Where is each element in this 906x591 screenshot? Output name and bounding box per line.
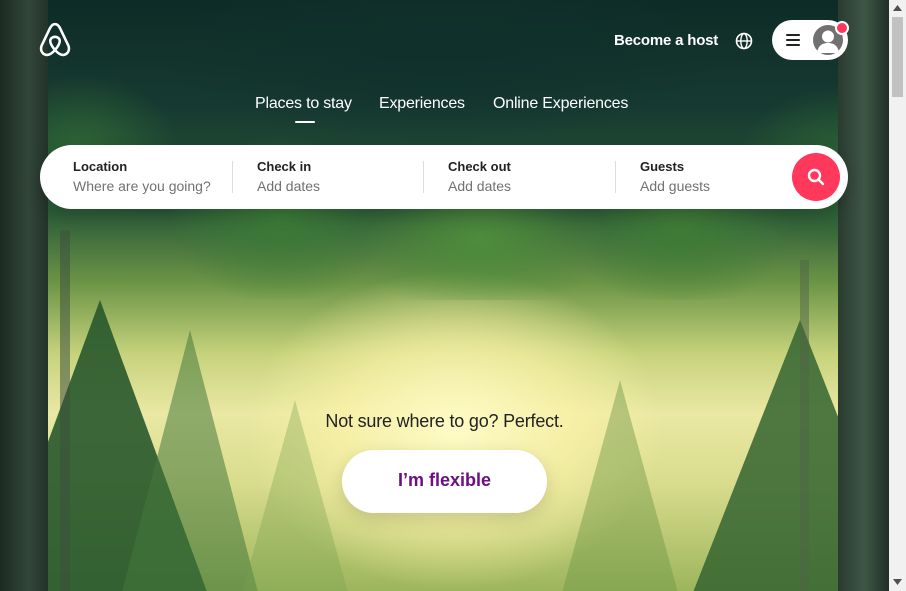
check-in-field[interactable]: Check in Add dates: [233, 145, 423, 209]
become-host-link[interactable]: Become a host: [606, 30, 726, 52]
location-label: Location: [73, 159, 128, 174]
guests-field[interactable]: Guests Add guests: [616, 145, 786, 209]
tab-online-experiences[interactable]: Online Experiences: [493, 93, 628, 115]
location-field[interactable]: Location Where are you going?: [40, 145, 232, 209]
scroll-thumb[interactable]: [892, 17, 903, 97]
guests-value: Add guests: [640, 178, 711, 194]
check-out-label: Check out: [448, 159, 511, 174]
tab-places-to-stay[interactable]: Places to stay: [255, 93, 352, 115]
airbnb-logo-icon[interactable]: [38, 22, 72, 58]
hamburger-menu-icon: [786, 34, 800, 46]
active-tab-indicator: [295, 121, 315, 123]
tree-trunk: [0, 0, 48, 591]
check-out-field[interactable]: Check out Add dates: [424, 145, 615, 209]
flexible-button-label: I’m flexible: [397, 470, 492, 490]
search-icon: [807, 168, 825, 186]
pine-tree: [120, 330, 260, 591]
tab-experiences[interactable]: Experiences: [379, 93, 465, 115]
check-out-value: Add dates: [448, 178, 512, 194]
guests-label: Guests: [640, 159, 685, 174]
tree-trunk: [838, 0, 889, 591]
search-button[interactable]: [792, 153, 840, 201]
search-bar: Location Where are you going? Check in A…: [40, 145, 848, 209]
globe-icon[interactable]: [732, 29, 756, 53]
notification-badge: [835, 21, 849, 35]
hero-tagline: Not sure where to go? Perfect.: [325, 411, 564, 431]
location-input[interactable]: Where are you going?: [73, 178, 213, 194]
flexible-button[interactable]: I’m flexible: [342, 450, 547, 513]
user-menu-button[interactable]: [772, 20, 849, 60]
check-in-value: Add dates: [257, 178, 321, 194]
scroll-down-arrow-icon[interactable]: [889, 574, 906, 591]
vertical-scrollbar[interactable]: [889, 0, 906, 591]
check-in-label: Check in: [257, 159, 312, 174]
scroll-up-arrow-icon[interactable]: [889, 0, 906, 17]
